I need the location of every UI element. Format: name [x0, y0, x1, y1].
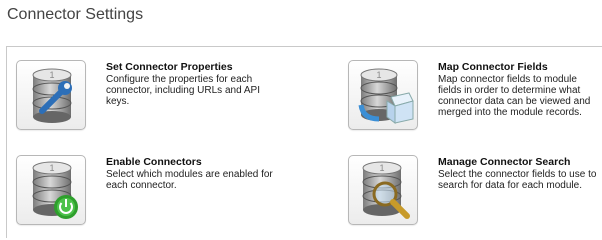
- database-magnifier-icon[interactable]: 1: [348, 155, 418, 225]
- manage-connector-search-link[interactable]: Manage Connector Search: [438, 157, 598, 168]
- svg-text:1: 1: [376, 70, 381, 80]
- database-wrench-icon[interactable]: 1: [16, 60, 86, 130]
- manage-connector-search-description: Select the connector fields to use to se…: [438, 169, 597, 191]
- database-power-icon[interactable]: 1: [16, 155, 86, 225]
- enable-connectors-description: Select which modules are enabled for eac…: [106, 169, 273, 191]
- map-connector-fields-description: Map connector fields to module fields in…: [438, 74, 591, 118]
- set-connector-properties-description: Configure the properties for each connec…: [106, 74, 260, 107]
- map-connector-fields-link[interactable]: Map Connector Fields: [438, 62, 598, 73]
- database-cube-icon[interactable]: 1: [348, 60, 418, 130]
- svg-text:1: 1: [379, 163, 384, 173]
- page-title: Connector Settings: [7, 6, 144, 23]
- enable-connectors-link[interactable]: Enable Connectors: [106, 157, 281, 168]
- svg-text:1: 1: [49, 163, 54, 173]
- set-connector-properties-link[interactable]: Set Connector Properties: [106, 62, 281, 73]
- svg-text:1: 1: [49, 70, 54, 80]
